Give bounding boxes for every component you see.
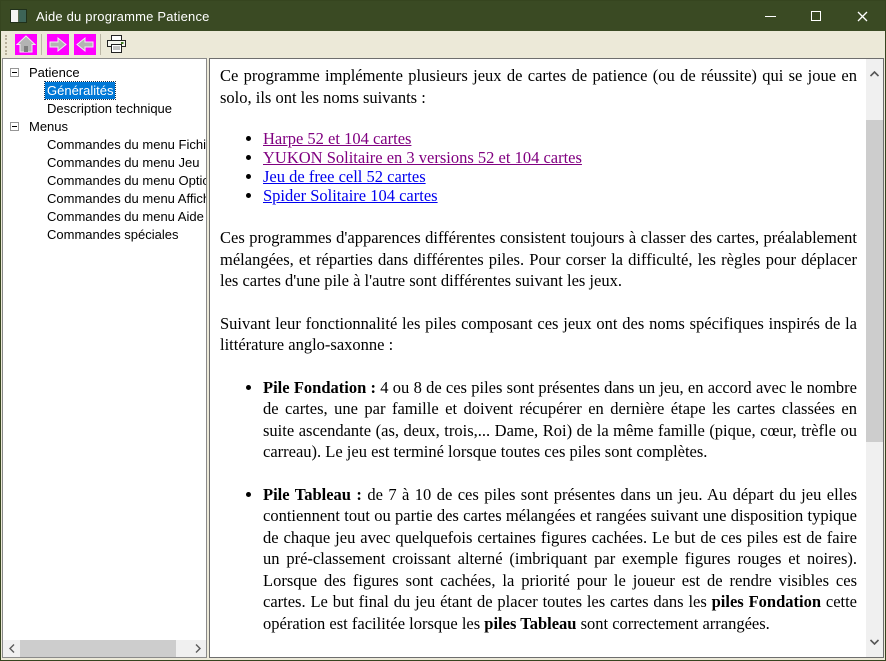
titlebar: Aide du programme Patience: [1, 1, 885, 31]
chevron-down-icon: [870, 639, 879, 645]
scroll-right-button[interactable]: [189, 640, 206, 657]
list-item: Harpe 52 et 104 cartes: [263, 129, 857, 148]
close-button[interactable]: [839, 1, 885, 31]
horizontal-scrollbar-thumb[interactable]: [20, 640, 176, 657]
tree-item-menu-option[interactable]: Commandes du menu Option: [3, 171, 206, 189]
toolbar-separator: [100, 34, 101, 55]
link-harpe[interactable]: Harpe 52 et 104 cartes: [263, 129, 411, 148]
tree-item-menu-aide[interactable]: Commandes du menu Aide: [3, 207, 206, 225]
scroll-down-button[interactable]: [866, 629, 883, 655]
back-icon: [74, 34, 96, 55]
tree-item-generalites[interactable]: Généralités: [3, 81, 206, 99]
pile-definitions-list: Pile Fondation : 4 ou 8 de ces piles son…: [220, 377, 857, 658]
window-controls: [747, 1, 885, 31]
home-button[interactable]: [12, 33, 39, 57]
toolbar-separator: [41, 34, 42, 55]
tree-item-menu-fichier[interactable]: Commandes du menu Fichier: [3, 135, 206, 153]
close-icon: [857, 11, 868, 22]
back-button[interactable]: [71, 33, 98, 57]
paragraph-3: Suivant leur fonctionnalité les piles co…: [220, 313, 857, 356]
main-area: Patience Généralités Description techniq…: [1, 58, 885, 660]
link-spider[interactable]: Spider Solitaire 104 cartes: [263, 186, 438, 205]
chevron-right-icon: [195, 644, 201, 653]
tree-item-commandes-speciales[interactable]: Commandes spéciales: [3, 225, 206, 243]
tree-item-menus[interactable]: Menus: [3, 117, 206, 135]
list-item: Spider Solitaire 104 cartes: [263, 186, 857, 205]
game-links-list: Harpe 52 et 104 cartes YUKON Solitaire e…: [220, 129, 857, 205]
sidebar-horizontal-scrollbar[interactable]: [3, 640, 206, 657]
intro-paragraph: Ce programme implémente plusieurs jeux d…: [220, 65, 857, 108]
collapse-icon[interactable]: [10, 68, 19, 77]
help-window: Aide du programme Patience: [0, 0, 886, 661]
maximize-icon: [811, 11, 821, 21]
pile-tableau-term: Pile Tableau :: [263, 485, 367, 504]
minimize-icon: [765, 16, 776, 17]
tree-item-menu-affichage[interactable]: Commandes du menu Afficha: [3, 189, 206, 207]
collapse-icon[interactable]: [10, 122, 19, 131]
toc-tree: Patience Généralités Description techniq…: [3, 59, 206, 640]
minimize-button[interactable]: [747, 1, 793, 31]
pile-fondation-term: Pile Fondation :: [263, 378, 380, 397]
tree-item-patience[interactable]: Patience: [3, 63, 206, 81]
forward-icon: [47, 34, 69, 55]
help-content-panel: Ce programme implémente plusieurs jeux d…: [209, 58, 884, 658]
scroll-up-button[interactable]: [866, 61, 883, 87]
pile-stock-term: Pile Stock :: [263, 656, 347, 657]
list-item: YUKON Solitaire en 3 versions 52 et 104 …: [263, 148, 857, 167]
vertical-scrollbar-thumb[interactable]: [866, 120, 883, 442]
content-vertical-scrollbar[interactable]: [866, 59, 883, 657]
list-item: Jeu de free cell 52 cartes: [263, 167, 857, 186]
home-icon: [15, 34, 37, 55]
window-title: Aide du programme Patience: [36, 9, 210, 24]
scroll-left-button[interactable]: [3, 640, 20, 657]
tree-item-description-technique[interactable]: Description technique: [3, 99, 206, 117]
list-item-fondation: Pile Fondation : 4 ou 8 de ces piles son…: [263, 377, 857, 463]
paragraph-2: Ces programmes d'apparences différentes …: [220, 227, 857, 292]
forward-button[interactable]: [44, 33, 71, 57]
print-button[interactable]: [103, 33, 130, 57]
list-item-stock: Pile Stock : c'est une ou plusieurs pile…: [263, 655, 857, 657]
link-yukon[interactable]: YUKON Solitaire en 3 versions 52 et 104 …: [263, 148, 582, 167]
chevron-left-icon: [9, 644, 15, 653]
toc-sidebar: Patience Généralités Description techniq…: [2, 58, 207, 658]
maximize-button[interactable]: [793, 1, 839, 31]
print-icon: [106, 35, 127, 54]
list-item-tableau: Pile Tableau : de 7 à 10 de ces piles so…: [263, 484, 857, 635]
chevron-up-icon: [870, 71, 879, 77]
toolbar-gripper[interactable]: [5, 35, 7, 55]
tree-item-menu-jeu[interactable]: Commandes du menu Jeu: [3, 153, 206, 171]
link-freecell[interactable]: Jeu de free cell 52 cartes: [263, 167, 426, 186]
app-icon: [10, 9, 27, 23]
toolbar: [1, 31, 885, 58]
help-article: Ce programme implémente plusieurs jeux d…: [210, 59, 866, 657]
